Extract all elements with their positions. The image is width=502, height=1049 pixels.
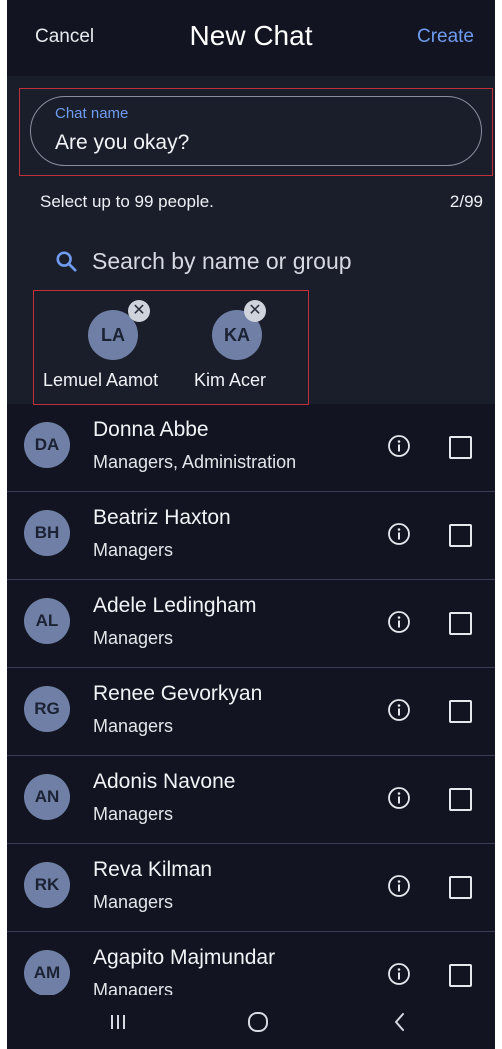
- contact-name: Adonis Navone: [93, 770, 236, 793]
- contact-name: Donna Abbe: [93, 418, 209, 441]
- list-item[interactable]: RG Renee Gevorkyan Managers: [7, 668, 495, 756]
- avatar: AM: [24, 950, 70, 996]
- info-icon[interactable]: [387, 698, 411, 722]
- create-button[interactable]: Create: [417, 26, 474, 48]
- info-icon[interactable]: [387, 786, 411, 810]
- select-checkbox[interactable]: [449, 964, 472, 987]
- search-placeholder: Search by name or group: [92, 248, 352, 274]
- avatar: AN: [24, 774, 70, 820]
- avatar: BH: [24, 510, 70, 556]
- contact-group: Managers: [93, 716, 174, 736]
- select-checkbox[interactable]: [449, 700, 472, 723]
- chat-name-input[interactable]: Are you okay?: [55, 131, 189, 155]
- contact-group: Managers: [93, 804, 174, 824]
- info-icon[interactable]: [387, 874, 411, 898]
- home-icon[interactable]: [243, 1009, 273, 1035]
- selected-person-chip[interactable]: LA ✕ Lemuel Aamot: [43, 290, 173, 400]
- close-icon[interactable]: ✕: [244, 300, 266, 322]
- select-limit-hint: Select up to 99 people.: [40, 192, 214, 211]
- avatar: AL: [24, 598, 70, 644]
- select-checkbox[interactable]: [449, 436, 472, 459]
- header: Cancel New Chat Create: [7, 0, 495, 76]
- selected-count: 2/99: [449, 192, 483, 211]
- list-item[interactable]: BH Beatriz Haxton Managers: [7, 492, 495, 580]
- contact-name: Agapito Majmundar: [93, 946, 276, 969]
- contact-group: Managers, Administration: [93, 452, 297, 472]
- contact-group: Managers: [93, 628, 174, 648]
- contact-list: DA Donna Abbe Managers, Administration B…: [7, 404, 495, 1020]
- selected-person-chip[interactable]: KA ✕ Kim Acer: [187, 290, 317, 400]
- contact-name: Adele Ledingham: [93, 594, 257, 617]
- list-item[interactable]: AN Adonis Navone Managers: [7, 756, 495, 844]
- select-checkbox[interactable]: [449, 612, 472, 635]
- list-item[interactable]: AL Adele Ledingham Managers: [7, 580, 495, 668]
- system-nav-bar: [7, 995, 495, 1049]
- avatar: DA: [24, 422, 70, 468]
- avatar: RK: [24, 862, 70, 908]
- recent-apps-icon[interactable]: [103, 1009, 133, 1035]
- avatar: RG: [24, 686, 70, 732]
- selected-person-name: Lemuel Aamot: [43, 370, 159, 390]
- close-icon[interactable]: ✕: [128, 300, 150, 322]
- info-icon[interactable]: [387, 962, 411, 986]
- selected-person-name: Kim Acer: [194, 370, 267, 390]
- select-checkbox[interactable]: [449, 524, 472, 547]
- contact-group: Managers: [93, 540, 174, 560]
- info-icon[interactable]: [387, 522, 411, 546]
- chat-setup-panel: Chat name Are you okay? Select up to 99 …: [7, 76, 495, 405]
- new-chat-screen: Cancel New Chat Create Chat name Are you…: [7, 0, 495, 1049]
- chat-name-field[interactable]: Chat name Are you okay?: [30, 96, 482, 166]
- info-icon[interactable]: [387, 434, 411, 458]
- back-icon[interactable]: [385, 1009, 415, 1035]
- list-item[interactable]: RK Reva Kilman Managers: [7, 844, 495, 932]
- contact-group: Managers: [93, 892, 174, 912]
- search-icon: [56, 251, 77, 272]
- contact-name: Beatriz Haxton: [93, 506, 231, 529]
- contact-name: Reva Kilman: [93, 858, 213, 881]
- chat-name-label: Chat name: [55, 105, 129, 122]
- contact-name: Renee Gevorkyan: [93, 682, 263, 705]
- list-item[interactable]: DA Donna Abbe Managers, Administration: [7, 404, 495, 492]
- select-checkbox[interactable]: [449, 876, 472, 899]
- info-icon[interactable]: [387, 610, 411, 634]
- search-input[interactable]: Search by name or group: [33, 234, 477, 296]
- select-checkbox[interactable]: [449, 788, 472, 811]
